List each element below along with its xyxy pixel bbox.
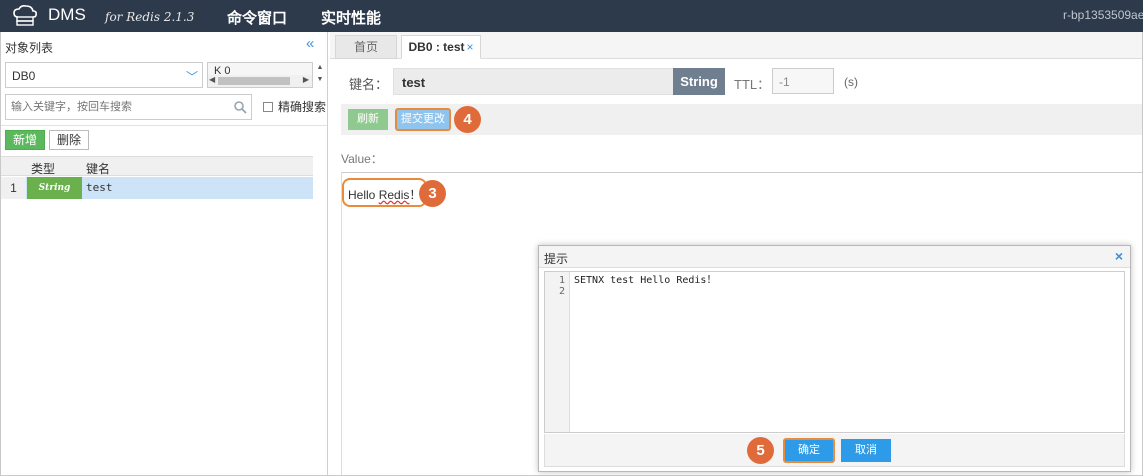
- value-content[interactable]: Hello Redis！: [342, 178, 428, 207]
- command-preview[interactable]: 1 2 SETNX test Hello Redis！: [544, 271, 1125, 433]
- close-tab-icon[interactable]: ×: [467, 40, 474, 54]
- scroll-left-icon[interactable]: ◀: [209, 75, 215, 84]
- command-text: SETNX test Hello Redis！: [574, 275, 717, 286]
- value-prefix: Hello: [348, 188, 379, 202]
- type-badge: String: [673, 68, 725, 95]
- chevron-down-icon[interactable]: ﹀: [186, 68, 198, 85]
- column-header-key[interactable]: 键名: [86, 160, 110, 177]
- brand-version: for Redis 2.1.3: [105, 10, 195, 24]
- value-word-redis: Redis: [378, 188, 410, 202]
- spin-down-icon[interactable]: ▼: [314, 74, 326, 86]
- brand-title: DMS: [48, 5, 86, 24]
- spin-up-icon[interactable]: ▲: [314, 62, 326, 74]
- column-header-type[interactable]: 类型: [31, 160, 55, 177]
- step-4-marker: 4: [454, 106, 481, 133]
- double-chevron-left-icon[interactable]: «: [306, 35, 314, 52]
- step-5-marker: 5: [747, 437, 774, 464]
- dialog-header: 提示 ×: [539, 246, 1130, 268]
- instance-id: r-bp1353509ae: [1063, 8, 1143, 22]
- database-select[interactable]: DB0 ﹀: [5, 62, 203, 88]
- cancel-button[interactable]: 取消: [841, 439, 891, 462]
- submit-changes-button[interactable]: 提交更改: [395, 108, 451, 131]
- nav-realtime-performance[interactable]: 实时性能: [321, 7, 381, 28]
- tab-home[interactable]: 首页: [335, 35, 397, 59]
- divider: [1, 125, 327, 126]
- confirm-dialog: 提示 × 1 2 SETNX test Hello Redis！ 确定 取消: [538, 245, 1131, 472]
- line-number: 2: [558, 286, 565, 297]
- tab-db0-test[interactable]: DB0 : test ×: [401, 35, 481, 59]
- new-button[interactable]: 新增: [5, 130, 45, 150]
- dialog-title: 提示: [544, 252, 569, 266]
- spinner-arrows[interactable]: ▲ ▼: [314, 62, 326, 88]
- cloud-server-icon: [13, 5, 37, 26]
- confirm-button[interactable]: 确定: [783, 438, 835, 463]
- line-number-gutter: 1 2: [545, 272, 570, 432]
- key-name-field[interactable]: test: [393, 68, 674, 95]
- refresh-button[interactable]: 刷新: [348, 109, 388, 130]
- ttl-value: -1: [779, 75, 790, 89]
- grid-header: 类型 键名: [1, 156, 313, 176]
- key-pattern-box[interactable]: K 0 ◀ ▶: [207, 62, 313, 88]
- object-list-panel: 对象列表 « DB0 ﹀ K 0 ◀ ▶ ▲ ▼ 精确搜索 新增 删除 类型 键…: [1, 32, 328, 475]
- close-icon[interactable]: ×: [1115, 248, 1123, 264]
- type-badge-string: String: [27, 177, 82, 199]
- key-name-value: test: [402, 75, 426, 90]
- object-list-title: 对象列表: [5, 41, 54, 55]
- ttl-field[interactable]: -1: [772, 68, 834, 94]
- database-select-value: DB0: [12, 69, 36, 83]
- tab-db0-test-label: DB0 : test: [408, 40, 465, 54]
- tab-bar: 首页 DB0 : test ×: [330, 32, 1142, 59]
- search-box[interactable]: [5, 94, 252, 120]
- ttl-label: TTL：: [734, 77, 771, 92]
- nav-command-window[interactable]: 命令窗口: [227, 7, 287, 28]
- delete-button[interactable]: 删除: [49, 130, 89, 150]
- tab-home-label: 首页: [353, 40, 378, 54]
- ttl-unit: (s): [844, 75, 858, 89]
- key-name-label: 键名：: [349, 77, 389, 92]
- row-key-name[interactable]: test: [86, 181, 113, 194]
- row-number: 1: [1, 177, 26, 199]
- exact-search-option[interactable]: 精确搜索: [263, 98, 326, 115]
- value-label: Value：: [341, 152, 383, 166]
- search-input[interactable]: [6, 95, 226, 119]
- horizontal-scrollbar[interactable]: ◀ ▶: [208, 75, 312, 87]
- exact-search-checkbox[interactable]: [263, 102, 273, 112]
- line-number: 1: [558, 275, 565, 286]
- table-row[interactable]: 1 String test: [1, 177, 313, 199]
- top-bar: DMS for Redis 2.1.3 命令窗口 实时性能 r-bp135350…: [0, 0, 1143, 32]
- dialog-footer: 确定 取消: [544, 434, 1125, 467]
- scroll-right-icon[interactable]: ▶: [303, 75, 309, 84]
- search-icon[interactable]: [233, 100, 247, 114]
- exact-search-label: 精确搜索: [278, 100, 327, 114]
- step-3-marker: 3: [419, 180, 446, 207]
- scrollbar-thumb[interactable]: [218, 77, 290, 85]
